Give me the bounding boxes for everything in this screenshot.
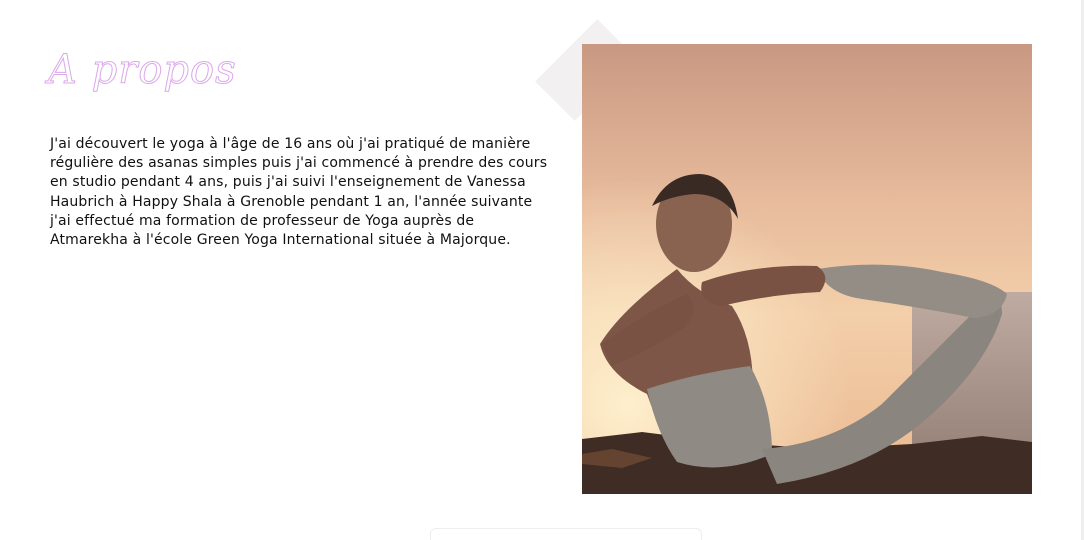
about-text: J'ai découvert le yoga à l'âge de 16 ans… (50, 136, 548, 249)
bottom-card (430, 528, 702, 540)
yoga-photo (582, 44, 1032, 494)
page-title: A propos (48, 47, 237, 93)
about-section: A propos J'ai découvert le yoga à l'âge … (0, 0, 1084, 540)
